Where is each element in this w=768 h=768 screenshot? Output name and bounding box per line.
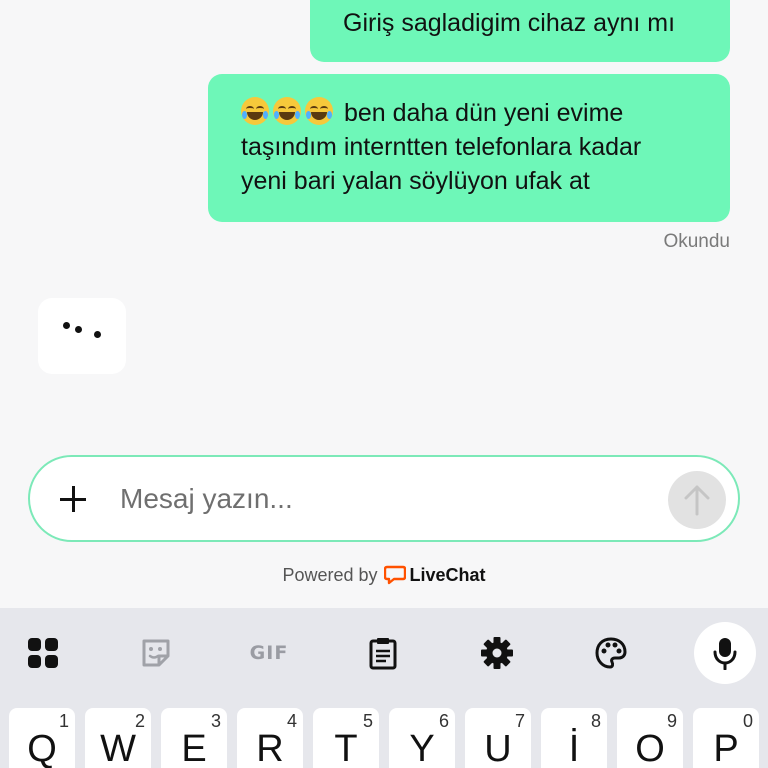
message-bubble: Giriş sagladigim cihaz aynı mı	[310, 0, 730, 62]
plus-icon[interactable]	[54, 479, 94, 519]
palette-icon[interactable]	[588, 630, 634, 676]
key-w[interactable]: 2W	[85, 708, 151, 768]
chat-area: Giriş sagladigim cihaz aynı mı ben daha …	[0, 0, 768, 608]
keyboard: GIF 1 Q 2 W 3 E 4 R 5 T 6 Y 7 U 8 İ 9 O …	[0, 608, 768, 768]
gear-icon[interactable]	[474, 630, 520, 676]
powered-by[interactable]: Powered by LiveChat	[0, 565, 768, 586]
typing-dot	[75, 326, 82, 333]
powered-by-prefix: Powered by	[282, 565, 378, 585]
microphone-icon	[713, 638, 737, 670]
key-q[interactable]: 1Q	[9, 708, 75, 768]
message-text: yeni bari yalan söylüyon ufak at	[241, 167, 590, 195]
keyboard-toolbar: GIF	[0, 608, 768, 698]
typing-dot	[63, 322, 70, 329]
message-text: Giriş sagladigim cihaz aynı mı	[343, 9, 676, 37]
gif-label: GIF	[249, 642, 289, 664]
send-button[interactable]	[668, 471, 726, 529]
face-with-tears-of-joy-icon	[241, 97, 269, 125]
message-bubble: ben daha dün yeni evime taşındım internt…	[208, 74, 730, 222]
face-with-tears-of-joy-icon	[273, 97, 301, 125]
keyboard-top-row: 1Q 2W 3E 4R 5T 6Y 7U 8İ 9O 0P	[0, 708, 768, 768]
powered-by-brand: LiveChat	[409, 565, 486, 585]
message-input[interactable]	[120, 477, 640, 521]
key-o[interactable]: 9O	[617, 708, 683, 768]
typing-indicator	[38, 298, 126, 374]
livechat-logo-icon	[383, 565, 406, 585]
clipboard-icon[interactable]	[360, 630, 406, 676]
message-text: taşındım interntten telefonlara kadar	[241, 133, 642, 161]
message-composer	[28, 455, 740, 542]
message-line: ben daha dün yeni evime	[241, 96, 710, 130]
face-with-tears-of-joy-icon	[305, 97, 333, 125]
key-dotted-i[interactable]: 8İ	[541, 708, 607, 768]
key-e[interactable]: 3E	[161, 708, 227, 768]
read-status: Okundu	[663, 231, 730, 252]
microphone-button[interactable]	[694, 622, 756, 684]
key-t[interactable]: 5T	[313, 708, 379, 768]
apps-icon[interactable]	[20, 630, 66, 676]
key-p[interactable]: 0P	[693, 708, 759, 768]
key-u[interactable]: 7U	[465, 708, 531, 768]
typing-dot	[94, 331, 101, 338]
sticker-icon[interactable]	[133, 630, 179, 676]
arrow-up-icon	[684, 485, 710, 516]
message-text: ben daha dün yeni evime	[343, 99, 624, 127]
key-r[interactable]: 4R	[237, 708, 303, 768]
key-y[interactable]: 6Y	[389, 708, 455, 768]
gif-button[interactable]: GIF	[246, 630, 292, 676]
